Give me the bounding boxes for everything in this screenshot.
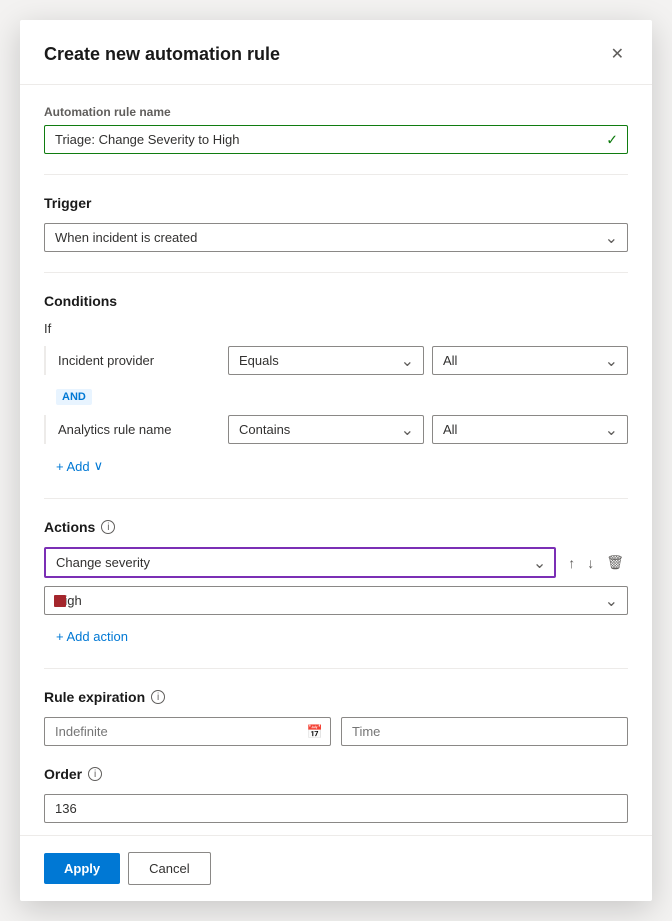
rule-expiration-inputs: 📅	[44, 717, 628, 746]
dialog-title: Create new automation rule	[44, 44, 280, 65]
add-condition-button[interactable]: + Add ∨	[56, 454, 103, 478]
trigger-group: Trigger When incident is created When in…	[44, 195, 628, 252]
create-automation-rule-dialog: Create new automation rule ✕ Automation …	[20, 20, 652, 901]
add-action-label: + Add action	[56, 629, 128, 644]
add-condition-label: + Add	[56, 459, 90, 474]
condition-row-1: Incident provider Equals Does not equal …	[44, 346, 628, 375]
order-info-icon: i	[88, 767, 102, 781]
close-button[interactable]: ✕	[607, 40, 628, 68]
order-group: Order i	[44, 766, 628, 823]
order-input-wrapper	[44, 794, 628, 823]
add-condition-chevron: ∨	[94, 458, 104, 474]
add-action-button[interactable]: + Add action	[56, 625, 128, 648]
expiration-time-input[interactable]	[341, 717, 628, 746]
action-select-wrapper: Change severity Assign owner Change stat…	[44, 547, 556, 578]
divider-4	[44, 668, 628, 669]
divider-3	[44, 498, 628, 499]
condition-1-field: Incident provider	[58, 353, 228, 368]
condition-row-2: Analytics rule name Contains Does not co…	[44, 415, 628, 444]
expiration-row: 📅	[44, 717, 628, 746]
trigger-select[interactable]: When incident is created When incident i…	[44, 223, 628, 252]
action-delete-button[interactable]: 🗑	[602, 550, 628, 575]
order-input[interactable]	[44, 794, 628, 823]
severity-select[interactable]: High Medium Low Informational	[44, 586, 628, 615]
action-type-select[interactable]: Change severity Assign owner Change stat…	[44, 547, 556, 578]
severity-select-wrapper: High Medium Low Informational	[44, 586, 628, 615]
automation-rule-name-group: Automation rule name ✓	[44, 105, 628, 154]
condition-2-operator-wrapper: Contains Does not contain	[228, 415, 424, 444]
valid-check-icon: ✓	[606, 131, 618, 148]
conditions-label: Conditions	[44, 293, 628, 309]
expiration-time-wrapper	[341, 717, 628, 746]
condition-1-operator-select[interactable]: Equals Does not equal	[228, 346, 424, 375]
severity-row: High Medium Low Informational	[44, 586, 628, 615]
rule-expiration-group: Rule expiration i 📅	[44, 689, 628, 746]
trigger-select-wrapper: When incident is created When incident i…	[44, 223, 628, 252]
action-move-down-button[interactable]: ↓	[583, 551, 598, 575]
conditions-if-label: If	[44, 321, 628, 336]
condition-2-operator-select[interactable]: Contains Does not contain	[228, 415, 424, 444]
condition-2-controls: Contains Does not contain All Custom	[228, 415, 628, 444]
action-row: Change severity Assign owner Change stat…	[44, 547, 628, 578]
actions-info-icon: i	[101, 520, 115, 534]
condition-2-value-select[interactable]: All Custom	[432, 415, 628, 444]
rule-expiration-info-icon: i	[151, 690, 165, 704]
condition-1-operator-wrapper: Equals Does not equal	[228, 346, 424, 375]
condition-1-controls: Equals Does not equal All Microsoft	[228, 346, 628, 375]
action-move-up-button[interactable]: ↑	[564, 551, 579, 575]
actions-label: Actions	[44, 519, 95, 535]
and-badge: AND	[56, 389, 92, 405]
expiration-date-input[interactable]	[44, 717, 331, 746]
condition-2-field: Analytics rule name	[58, 422, 228, 437]
trigger-label: Trigger	[44, 195, 628, 211]
rule-expiration-label: Rule expiration	[44, 689, 145, 705]
cancel-button[interactable]: Cancel	[128, 852, 210, 885]
order-label: Order	[44, 766, 82, 782]
calendar-icon: 📅	[307, 724, 323, 740]
automation-rule-name-input[interactable]	[44, 125, 628, 154]
dialog-header: Create new automation rule ✕	[20, 20, 652, 85]
condition-1-value-select[interactable]: All Microsoft	[432, 346, 628, 375]
actions-header: Actions i	[44, 519, 628, 535]
actions-group: Actions i Change severity Assign owner C…	[44, 519, 628, 648]
action-controls: ↑ ↓ 🗑	[564, 550, 628, 575]
delete-icon: 🗑	[606, 554, 624, 571]
dialog-body: Automation rule name ✓ Trigger When inci…	[20, 85, 652, 835]
apply-button[interactable]: Apply	[44, 853, 120, 884]
automation-rule-name-input-wrapper: ✓	[44, 125, 628, 154]
rule-expiration-header: Rule expiration i	[44, 689, 628, 705]
move-up-icon: ↑	[568, 555, 575, 571]
divider-2	[44, 272, 628, 273]
conditions-section: Conditions If Incident provider Equals D…	[44, 293, 628, 478]
condition-2-value-wrapper: All Custom	[432, 415, 628, 444]
dialog-footer: Apply Cancel	[20, 835, 652, 901]
expiration-date-wrapper: 📅	[44, 717, 331, 746]
condition-1-value-wrapper: All Microsoft	[432, 346, 628, 375]
automation-rule-name-label: Automation rule name	[44, 105, 628, 119]
order-header: Order i	[44, 766, 628, 782]
move-down-icon: ↓	[587, 555, 594, 571]
divider-1	[44, 174, 628, 175]
